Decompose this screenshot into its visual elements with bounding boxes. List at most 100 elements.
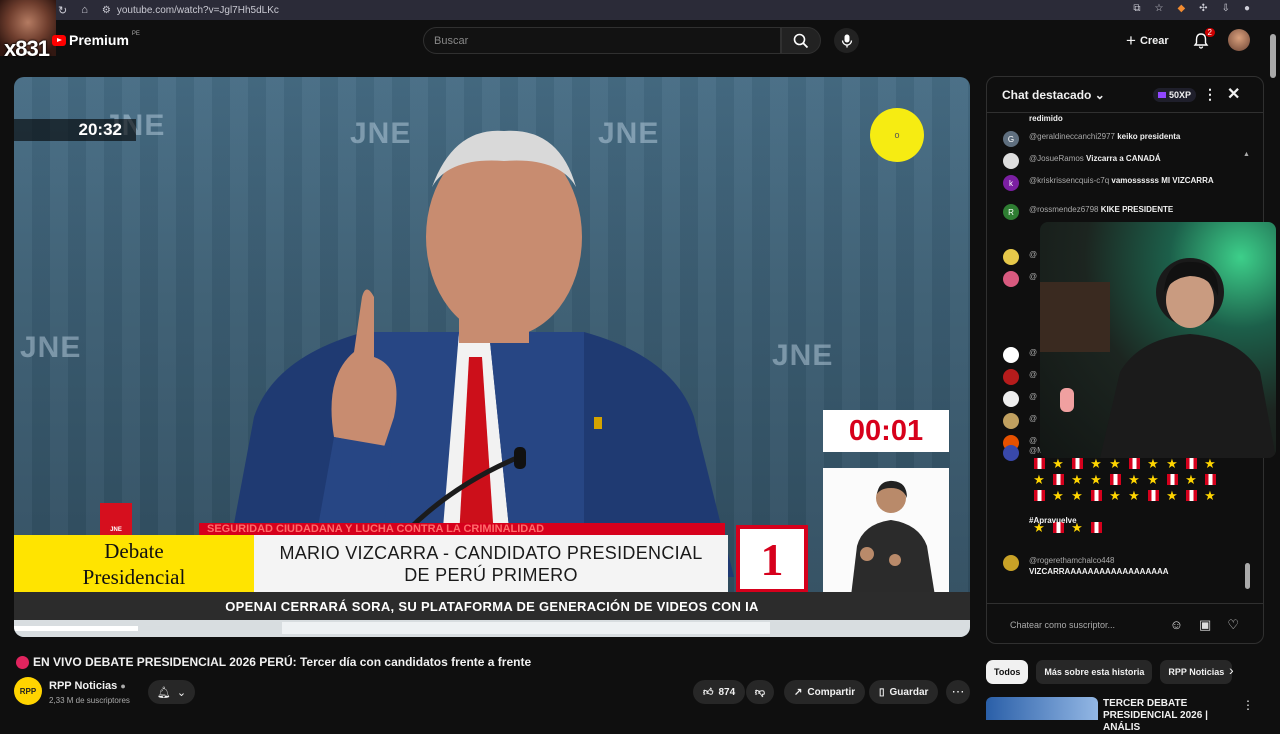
save-button[interactable]: ▯ Guardar xyxy=(869,680,939,704)
chat-avatar[interactable] xyxy=(1003,347,1019,363)
peru-flag-emote xyxy=(1052,474,1064,485)
microphone-icon xyxy=(841,34,852,47)
chat-scrollbar[interactable] xyxy=(1245,563,1250,589)
star-emote: ★ xyxy=(1147,472,1159,487)
chat-avatar[interactable] xyxy=(1003,153,1019,169)
address-bar[interactable]: ⚙ youtube.com/watch?v=Jgl7Hh5dLKc xyxy=(102,5,279,16)
streamer-figure xyxy=(1040,258,1276,458)
reload-icon[interactable]: ↻ xyxy=(58,4,67,17)
chat-username[interactable]: @ xyxy=(1029,391,1037,407)
chat-input[interactable]: Chatear como suscriptor... ☺ ▣ ♡ xyxy=(987,603,1263,643)
chat-avatar[interactable] xyxy=(1003,391,1019,407)
filter-chip[interactable]: RPP Noticias xyxy=(1160,660,1233,684)
site-info-icon[interactable]: ⚙ xyxy=(102,5,111,16)
downloads-icon[interactable]: ⇩ xyxy=(1222,3,1230,14)
share-button[interactable]: ↗ Compartir xyxy=(784,680,866,704)
candidate-line-1: MARIO VIZCARRA - CANDIDATO PRESIDENCIAL xyxy=(279,542,703,563)
ticker-footer xyxy=(14,620,970,637)
chat-avatar[interactable]: G xyxy=(1003,131,1019,147)
channel-name[interactable]: RPP Noticias ● xyxy=(49,680,126,692)
search-input[interactable]: Buscar xyxy=(423,27,781,54)
voice-search-button[interactable] xyxy=(834,28,859,53)
youtube-play-icon xyxy=(52,34,66,46)
chat-avatar[interactable]: R xyxy=(1003,204,1019,220)
chat-username[interactable]: @rossmendez6798 xyxy=(1029,205,1099,214)
recommended-thumbnail[interactable] xyxy=(986,697,1098,720)
logo-text: Premium xyxy=(69,32,129,48)
chat-avatar[interactable] xyxy=(1003,271,1019,287)
star-emote: ★ xyxy=(1109,488,1121,503)
backdrop-logo: JNE xyxy=(20,331,82,364)
ticker-bar xyxy=(14,626,138,631)
star-emote: ★ xyxy=(1090,456,1102,471)
channel-avatar[interactable]: RPP xyxy=(14,677,42,705)
scroll-up-icon[interactable]: ▲ xyxy=(1243,151,1250,158)
heart-icon[interactable]: ♡ xyxy=(1227,617,1239,633)
ticker-bar xyxy=(282,622,770,634)
peru-flag-emote xyxy=(1090,522,1102,533)
page-scrollbar[interactable] xyxy=(1270,34,1276,78)
chat-text: redimido xyxy=(1029,114,1063,123)
save-label: Guardar xyxy=(889,686,929,698)
extension-icon[interactable]: ◆ xyxy=(1177,3,1185,14)
more-icon[interactable]: ⋮ xyxy=(1242,698,1254,712)
chat-avatar[interactable] xyxy=(1003,369,1019,385)
star-emote: ★ xyxy=(1052,488,1064,503)
youtube-logo[interactable]: Premium PE xyxy=(52,31,140,48)
chat-avatar[interactable] xyxy=(1003,249,1019,265)
star-emote: ★ xyxy=(1166,488,1178,503)
more-actions-button[interactable]: ⋯ xyxy=(946,680,970,704)
super-chat-icon[interactable]: ▣ xyxy=(1199,617,1211,633)
channel-points[interactable]: 50XP xyxy=(1153,88,1197,102)
search-button[interactable] xyxy=(781,27,821,54)
peru-flag-emote xyxy=(1071,458,1083,469)
chat-username[interactable]: @ xyxy=(1029,249,1037,265)
chat-menu-icon[interactable]: ⋮ xyxy=(1203,86,1217,103)
chat-message: k @kriskrissencquis-c7q vamossssss MI VIZ… xyxy=(1003,175,1243,191)
chat-username[interactable]: @geraldineccanchi2977 xyxy=(1029,132,1115,141)
chat-message-body: @geraldineccanchi2977 keiko presidenta xyxy=(1029,131,1180,147)
video-title-text: EN VIVO DEBATE PRESIDENCIAL 2026 PERÚ: T… xyxy=(33,655,532,669)
star-emote: ★ xyxy=(1204,488,1216,503)
chat-text: keiko presidenta xyxy=(1117,132,1181,141)
chat-username[interactable]: @JosueRamos xyxy=(1029,154,1084,163)
chat-username[interactable]: @rogerethamchalco448 xyxy=(1029,556,1115,565)
url-text: youtube.com/watch?v=Jgl7Hh5dLKc xyxy=(116,4,279,16)
filter-chip[interactable]: Más sobre esta historia xyxy=(1036,660,1153,684)
chat-title: Chat destacado xyxy=(1002,87,1092,102)
bookmark-star-icon[interactable]: ☆ xyxy=(1155,3,1164,14)
browser-extensions: ⧉ ☆ ◆ ✣ ⇩ ● xyxy=(1133,3,1250,14)
create-button[interactable]: + Crear xyxy=(1126,31,1169,51)
recommended-title[interactable]: TERCER DEBATE PRESIDENCIAL 2026 | ANÁLIS xyxy=(1103,698,1243,734)
dislike-button[interactable]: 👎︎ xyxy=(746,680,774,704)
install-icon[interactable]: ⧉ xyxy=(1133,3,1140,14)
profile-icon[interactable]: ● xyxy=(1244,3,1250,14)
close-icon[interactable]: ✕ xyxy=(1227,84,1240,104)
backdrop-logo: JNE xyxy=(772,339,834,372)
chat-avatar[interactable] xyxy=(1003,445,1019,461)
chat-avatar[interactable] xyxy=(1003,413,1019,429)
account-avatar[interactable] xyxy=(1228,29,1250,51)
home-icon[interactable]: ⌂ xyxy=(81,4,88,17)
emoji-icon[interactable]: ☺ xyxy=(1170,617,1183,633)
puzzle-icon[interactable]: ✣ xyxy=(1199,3,1207,14)
chat-username[interactable]: @kriskrissencquis-c7q xyxy=(1029,176,1109,185)
video-player[interactable]: JNE JNE JNE JNE JNE 20:32 o 00:01 JNE SE… xyxy=(14,77,970,637)
chat-username[interactable]: @ xyxy=(1029,271,1037,287)
notifications-button[interactable]: 2 xyxy=(1192,28,1215,50)
cursor-highlight: o xyxy=(870,108,924,162)
chat-username[interactable]: @ xyxy=(1029,369,1037,385)
browser-toolbar: ↻ ⌂ ⚙ youtube.com/watch?v=Jgl7Hh5dLKc ⧉ … xyxy=(0,0,1280,20)
chat-username[interactable]: @ xyxy=(1029,413,1037,429)
streamer-webcam xyxy=(1040,222,1276,458)
like-button[interactable]: 👍︎ 874 xyxy=(693,680,746,704)
filter-chip[interactable]: Todos xyxy=(986,660,1029,684)
chat-username[interactable]: @ xyxy=(1029,347,1037,363)
chat-mode-dropdown[interactable]: Chat destacado ⌄ xyxy=(1002,88,1105,102)
subscription-bell-button[interactable]: 🔔︎ ⌄ xyxy=(148,680,195,704)
star-emote: ★ xyxy=(1109,456,1121,471)
chat-avatar[interactable]: k xyxy=(1003,175,1019,191)
chevron-right-icon[interactable]: › xyxy=(1229,662,1234,678)
chat-avatar[interactable] xyxy=(1003,555,1019,571)
star-emote: ★ xyxy=(1128,472,1140,487)
